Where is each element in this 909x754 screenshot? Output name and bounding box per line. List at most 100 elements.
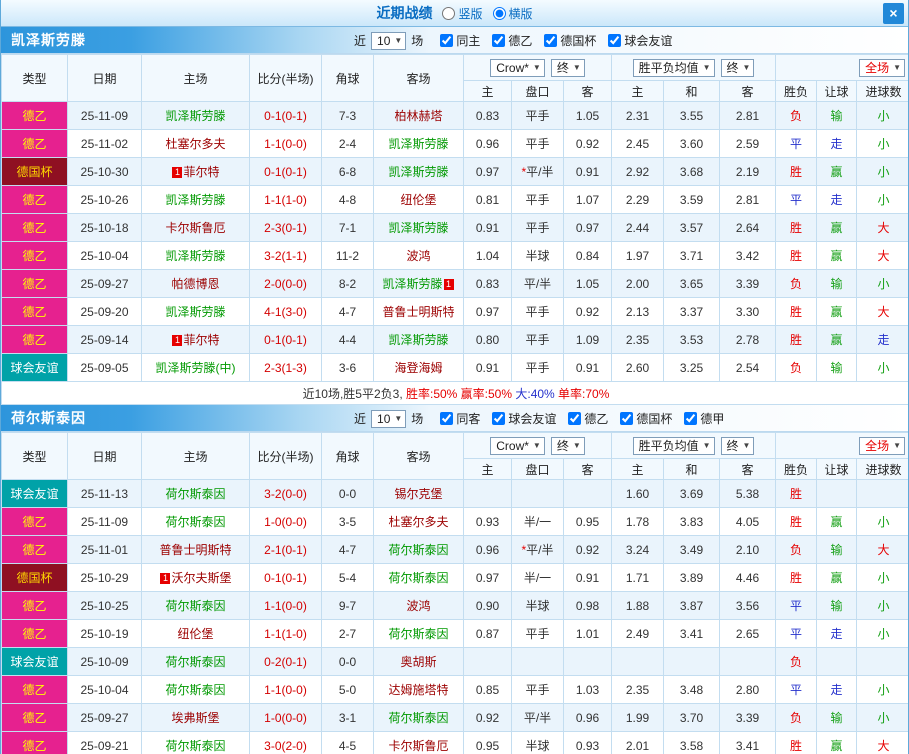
col-score: 比分(半场) [249, 432, 322, 480]
col-handicap: 盘口 [511, 80, 564, 102]
crown-away-odds-cell: 0.91 [563, 157, 612, 186]
crown-select-value: Crow* [496, 60, 529, 75]
layout-horizontal-option[interactable]: 横版 [483, 5, 533, 22]
filter-option-2[interactable]: 德乙 [568, 410, 608, 427]
team-name: 柏林赫塔 [394, 109, 443, 123]
corner-cell: 4-7 [321, 535, 374, 564]
filter-checkbox[interactable] [544, 34, 558, 47]
col-result: 胜负 [775, 80, 818, 102]
crown-away-odds-cell: 1.03 [563, 675, 612, 704]
team-name: 凯泽斯劳滕 [165, 193, 226, 207]
score-cell: 2-1(0-1) [249, 535, 322, 564]
col-home: 主场 [141, 54, 250, 102]
filter-option-3[interactable]: 球会友谊 [608, 32, 672, 49]
col-home: 主场 [141, 432, 250, 480]
away-team-cell: 荷尔斯泰因 [373, 563, 464, 592]
fullmatch-select[interactable]: 全场 ▼ [859, 58, 906, 77]
team-name: 荷尔斯泰因 [388, 627, 449, 641]
league-type-cell: 德乙 [1, 703, 68, 732]
col-handicap-result: 让球 [816, 458, 858, 480]
filter-option-4[interactable]: 德甲 [684, 410, 724, 427]
team-name: 荷尔斯泰因 [165, 739, 226, 753]
avg-home-odds-cell: 2.29 [611, 185, 664, 214]
games-count-select[interactable]: 10 ▼ [371, 409, 407, 428]
filter-option-1[interactable]: 球会友谊 [492, 410, 556, 427]
final-avg-select[interactable]: 终 ▼ [720, 436, 755, 455]
crown-handicap-cell: 平手 [511, 185, 564, 214]
final-odds-select[interactable]: 终 ▼ [550, 58, 585, 77]
avg-home-odds-cell: 2.35 [611, 325, 664, 354]
avg-home-odds-cell: 1.60 [611, 479, 664, 508]
home-team-cell: 凯泽斯劳滕(中) [141, 353, 250, 382]
score-cell: 0-1(0-1) [249, 157, 322, 186]
avg-select[interactable]: 胜平负均值 ▼ [632, 436, 715, 455]
goals-result-cell: 大 [856, 241, 908, 270]
matches-table: 类型 日期 主场 比分(半场) 角球 客场 Crow* ▼ 终 ▼ 胜平负均值 … [1, 54, 908, 405]
away-team-cell: 凯泽斯劳滕 [373, 129, 464, 158]
crown-handicap-cell [511, 647, 564, 676]
crown-handicap-cell: 平/半 [511, 703, 564, 732]
match-date-cell: 25-10-04 [67, 675, 142, 704]
crown-handicap-cell: 半球 [511, 591, 564, 620]
crown-select[interactable]: Crow* ▼ [490, 436, 545, 455]
vertical-radio[interactable] [442, 6, 456, 20]
games-count-select[interactable]: 10 ▼ [371, 31, 407, 50]
filter-checkbox[interactable] [608, 34, 622, 47]
team-name: 荷尔斯泰因 [165, 655, 226, 669]
result-cell: 负 [775, 535, 818, 564]
score-cell: 1-1(0-0) [249, 591, 322, 620]
team-name: 凯泽斯劳滕 [165, 305, 226, 319]
horizontal-radio[interactable] [492, 6, 506, 20]
match-row: 德乙 25-09-27 埃弗斯堡 1-0(0-0) 3-1 荷尔斯泰因 0.92 平/半 0.9… [1, 703, 908, 732]
handicap-result-cell: 输 [816, 703, 858, 732]
filter-checkbox[interactable] [620, 412, 634, 425]
team-name: 凯泽斯劳滕(中) [155, 361, 236, 375]
team-name: 纽伦堡 [177, 627, 214, 641]
final-avg-select-value: 终 [726, 61, 739, 75]
avg-select[interactable]: 胜平负均值 ▼ [632, 58, 715, 77]
filter-label: 德乙 [584, 412, 609, 426]
final-avg-select[interactable]: 终 ▼ [720, 58, 755, 77]
filter-checkbox[interactable] [440, 412, 454, 425]
corner-cell: 6-8 [321, 157, 374, 186]
col-crown-away: 客 [563, 80, 612, 102]
match-date-cell: 25-10-04 [67, 241, 142, 270]
corner-cell: 3-1 [321, 703, 374, 732]
corner-cell: 11-2 [321, 241, 374, 270]
fullmatch-select[interactable]: 全场 ▼ [859, 436, 906, 455]
league-type-cell: 德乙 [1, 129, 68, 158]
team-section-kaiserslautern: 凯泽斯劳滕 近 10 ▼ 场同主 德乙 德国杯 球会友谊 类型 日期 主场 比分(半场) 角… [1, 27, 908, 405]
score-cell: 0-2(0-1) [249, 647, 322, 676]
filter-option-2[interactable]: 德国杯 [544, 32, 596, 49]
team-section-holstein: 荷尔斯泰因 近 10 ▼ 场同客 球会友谊 德乙 德国杯 德甲 类型 日期 主场 比分(半场)… [1, 405, 908, 754]
avg-away-odds-cell: 3.56 [718, 591, 777, 620]
team-name: 波鸿 [406, 249, 431, 263]
score-cell: 1-1(1-0) [249, 619, 322, 648]
match-row: 德乙 25-10-25 荷尔斯泰因 1-1(0-0) 9-7 波鸿 0.90 半球 0.98 1.… [1, 591, 908, 620]
avg-draw-odds-cell: 3.58 [663, 731, 720, 754]
filter-checkbox[interactable] [684, 412, 698, 425]
filter-option-3[interactable]: 德国杯 [620, 410, 672, 427]
filter-option-0[interactable]: 同客 [440, 410, 480, 427]
team-name: 凯泽斯劳滕 [165, 109, 226, 123]
close-icon[interactable]: × [883, 3, 904, 24]
league-type-cell: 德乙 [1, 213, 68, 242]
filter-checkbox[interactable] [440, 34, 454, 47]
match-date-cell: 25-10-30 [67, 157, 142, 186]
layout-vertical-option[interactable]: 竖版 [432, 5, 483, 22]
filter-checkbox[interactable] [492, 34, 506, 47]
crown-handicap-cell: 平手 [511, 619, 564, 648]
league-type-cell: 德乙 [1, 619, 68, 648]
crown-home-odds-cell: 0.91 [463, 213, 512, 242]
corner-cell: 2-4 [321, 129, 374, 158]
filter-option-1[interactable]: 德乙 [492, 32, 532, 49]
fullmatch-select-value: 全场 [865, 61, 890, 75]
avg-draw-odds-cell: 3.41 [663, 619, 720, 648]
team-name: 菲尔特 [183, 165, 220, 179]
crown-select[interactable]: Crow* ▼ [490, 58, 545, 77]
final-odds-select[interactable]: 终 ▼ [550, 436, 585, 455]
filter-checkbox[interactable] [568, 412, 582, 425]
filter-option-0[interactable]: 同主 [440, 32, 480, 49]
corner-cell: 4-4 [321, 325, 374, 354]
filter-checkbox[interactable] [492, 412, 506, 425]
